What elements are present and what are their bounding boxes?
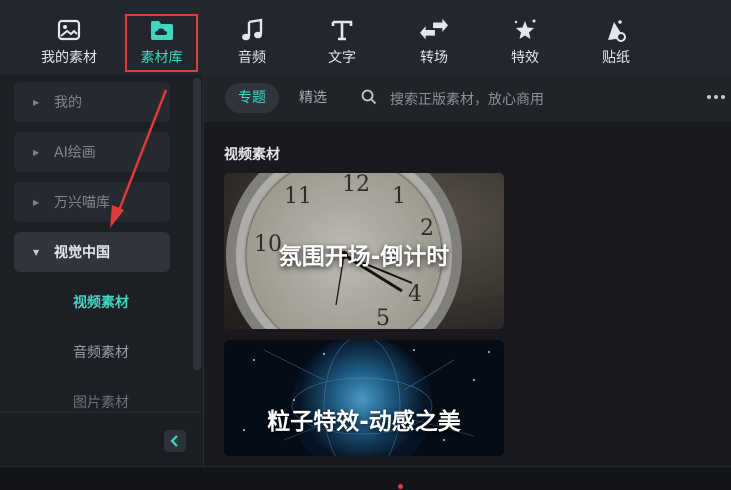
video-card-title: 氛围开场-倒计时 <box>278 244 450 270</box>
timeline-bar <box>0 466 731 490</box>
particle-globe-thumbnail <box>224 340 504 456</box>
video-card[interactable]: 粒子特效-动感之美 <box>224 340 504 456</box>
filter-bar: 专题 精选 搜索正版素材，放心商用 <box>204 74 731 122</box>
tab-topics[interactable]: 专题 <box>225 83 279 113</box>
main-panel: 专题 精选 搜索正版素材，放心商用 视频素材 11121 245 10 <box>203 74 731 466</box>
more-horizontal-icon[interactable] <box>707 95 725 99</box>
section-title: 视频素材 <box>224 147 280 163</box>
playhead-marker[interactable] <box>398 484 403 489</box>
video-card[interactable]: 11121 245 10 氛围开场-倒计时 <box>224 173 504 329</box>
tab-featured[interactable]: 精选 <box>286 83 340 113</box>
video-card-title: 粒子特效-动感之美 <box>267 409 461 435</box>
search-icon[interactable] <box>361 89 377 105</box>
search-input[interactable]: 搜索正版素材，放心商用 <box>390 89 544 109</box>
